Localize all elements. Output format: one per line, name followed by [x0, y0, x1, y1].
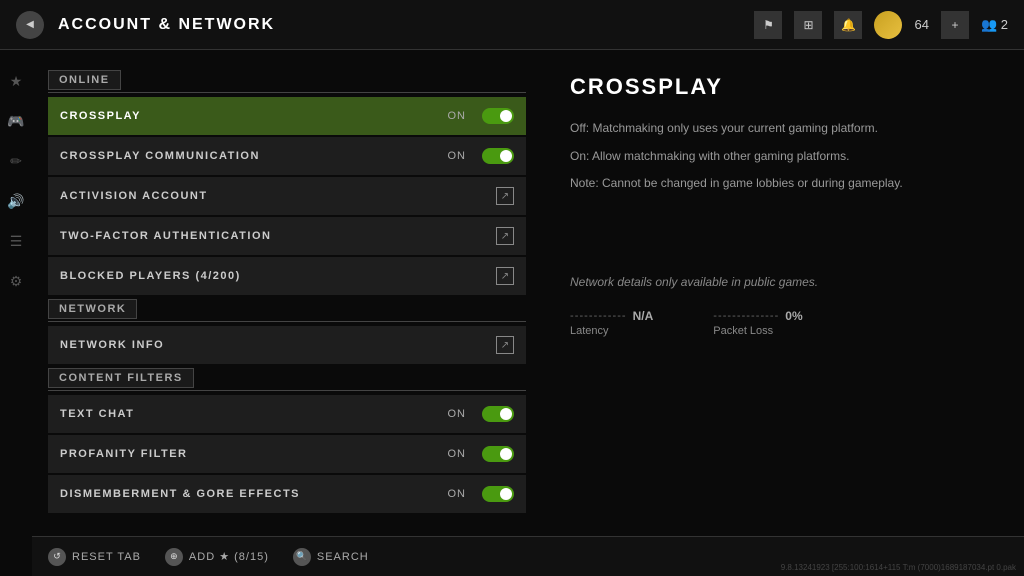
reset-tab-action[interactable]: ↺ RESET TAB	[48, 548, 141, 566]
text-chat-value: ON	[448, 408, 467, 420]
reset-label: RESET TAB	[72, 551, 141, 563]
crossplay-toggle[interactable]	[482, 108, 514, 124]
packet-loss-stat: - - - - - - - - - - - - - - 0% Packet Lo…	[713, 309, 802, 337]
profanity-row[interactable]: PROFANITY FILTER ON	[48, 435, 526, 473]
latency-stat: - - - - - - - - - - - - N/A Latency	[570, 309, 653, 337]
info-title: CROSSPLAY	[570, 74, 996, 100]
info-line-1: Off: Matchmaking only uses your current …	[570, 118, 996, 140]
profanity-toggle[interactable]	[482, 446, 514, 462]
blocked-row[interactable]: BLOCKED PLAYERS (4/200)	[48, 257, 526, 295]
network-divider	[48, 321, 526, 322]
info-line-2: On: Allow matchmaking with other gaming …	[570, 146, 996, 168]
players-icon: 👥	[981, 17, 997, 32]
sidebar-icon-star[interactable]: ★	[5, 70, 27, 92]
packet-loss-label: Packet Loss	[713, 325, 802, 337]
profanity-label: PROFANITY FILTER	[60, 448, 448, 460]
text-chat-label: TEXT CHAT	[60, 408, 448, 420]
activision-row[interactable]: ACTIVISION ACCOUNT	[48, 177, 526, 215]
latency-value: N/A	[633, 309, 654, 323]
info-line-3: Note: Cannot be changed in game lobbies …	[570, 173, 996, 195]
network-info-external-icon[interactable]	[496, 336, 514, 354]
header-icons: ⚑ ⊞ 🔔 64 + 👥 2	[754, 11, 1008, 39]
content-filters-label: CONTENT FILTERS	[48, 368, 194, 388]
sidebar: ★ 🎮 ✏ 🔊 ☰ ⚙	[0, 50, 32, 536]
flag-icon[interactable]: ⚑	[754, 11, 782, 39]
online-divider	[48, 92, 526, 93]
grid-icon[interactable]: ⊞	[794, 11, 822, 39]
activision-external-icon[interactable]	[496, 187, 514, 205]
latency-label: Latency	[570, 325, 653, 337]
version-info: 9.8.13241923 [255:100:1614+115 T:m (7000…	[781, 563, 1016, 572]
score-count: 64	[914, 17, 928, 32]
main-content: ONLINE CROSSPLAY ON CROSSPLAY COMMUNICAT…	[32, 50, 1024, 536]
content-filters-section: CONTENT FILTERS TEXT CHAT ON PROFANITY F…	[48, 368, 526, 513]
gore-toggle[interactable]	[482, 486, 514, 502]
crossplay-comm-row[interactable]: CROSSPLAY COMMUNICATION ON	[48, 137, 526, 175]
add-label: ADD ★ (8/15)	[189, 550, 269, 563]
packet-loss-line: - - - - - - - - - - - - - - 0%	[713, 309, 802, 323]
left-panel: ONLINE CROSSPLAY ON CROSSPLAY COMMUNICAT…	[32, 50, 542, 536]
network-notice: Network details only available in public…	[570, 275, 996, 289]
network-info-label: NETWORK INFO	[60, 339, 496, 351]
right-panel: CROSSPLAY Off: Matchmaking only uses you…	[542, 50, 1024, 536]
plus-icon[interactable]: +	[941, 11, 969, 39]
text-chat-toggle[interactable]	[482, 406, 514, 422]
avatar[interactable]	[874, 11, 902, 39]
two-factor-label: TWO-FACTOR AUTHENTICATION	[60, 230, 496, 242]
page-title: ACCOUNT & NETWORK	[58, 16, 754, 34]
sidebar-icon-menu[interactable]: ☰	[5, 230, 27, 252]
online-section-label: ONLINE	[48, 70, 121, 90]
latency-dashes: - - - - - - - - - - - -	[570, 310, 625, 322]
network-section: NETWORK NETWORK INFO	[48, 299, 526, 364]
crossplay-row[interactable]: CROSSPLAY ON	[48, 97, 526, 135]
search-action[interactable]: 🔍 SEARCH	[293, 548, 369, 566]
crossplay-label: CROSSPLAY	[60, 110, 448, 122]
search-label: SEARCH	[317, 551, 369, 563]
gore-label: DISMEMBERMENT & GORE EFFECTS	[60, 488, 448, 500]
add-favorite-action[interactable]: ⊕ ADD ★ (8/15)	[165, 548, 269, 566]
network-section-label: NETWORK	[48, 299, 137, 319]
sidebar-icon-controller[interactable]: 🎮	[5, 110, 27, 132]
gore-value: ON	[448, 488, 467, 500]
back-button[interactable]	[16, 11, 44, 39]
packet-loss-value: 0%	[785, 309, 802, 323]
blocked-label: BLOCKED PLAYERS (4/200)	[60, 270, 496, 282]
crossplay-comm-label: CROSSPLAY COMMUNICATION	[60, 150, 448, 162]
sidebar-icon-audio[interactable]: 🔊	[5, 190, 27, 212]
header: ACCOUNT & NETWORK ⚑ ⊞ 🔔 64 + 👥 2	[0, 0, 1024, 50]
network-info-row[interactable]: NETWORK INFO	[48, 326, 526, 364]
crossplay-comm-toggle[interactable]	[482, 148, 514, 164]
add-icon: ⊕	[165, 548, 183, 566]
bell-icon[interactable]: 🔔	[834, 11, 862, 39]
sidebar-icon-gear[interactable]: ⚙	[5, 270, 27, 292]
content-filters-divider	[48, 390, 526, 391]
activision-label: ACTIVISION ACCOUNT	[60, 190, 496, 202]
sidebar-icon-edit[interactable]: ✏	[5, 150, 27, 172]
players-count: 👥 2	[981, 17, 1008, 33]
two-factor-row[interactable]: TWO-FACTOR AUTHENTICATION	[48, 217, 526, 255]
blocked-external-icon[interactable]	[496, 267, 514, 285]
latency-line: - - - - - - - - - - - - N/A	[570, 309, 653, 323]
text-chat-row[interactable]: TEXT CHAT ON	[48, 395, 526, 433]
online-section: ONLINE CROSSPLAY ON CROSSPLAY COMMUNICAT…	[48, 70, 526, 295]
network-stats: - - - - - - - - - - - - N/A Latency - - …	[570, 309, 996, 337]
gore-row[interactable]: DISMEMBERMENT & GORE EFFECTS ON	[48, 475, 526, 513]
crossplay-value: ON	[448, 110, 467, 122]
search-icon: 🔍	[293, 548, 311, 566]
crossplay-comm-value: ON	[448, 150, 467, 162]
reset-icon: ↺	[48, 548, 66, 566]
two-factor-external-icon[interactable]	[496, 227, 514, 245]
profanity-value: ON	[448, 448, 467, 460]
packet-loss-dashes: - - - - - - - - - - - - - -	[713, 310, 777, 322]
